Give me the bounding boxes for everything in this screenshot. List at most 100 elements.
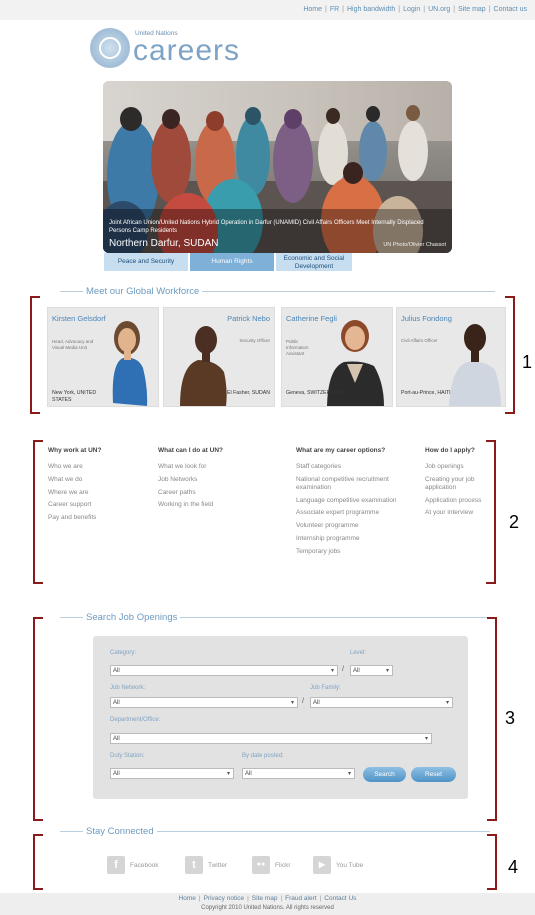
tab-economic-social[interactable]: Economic and Social Development xyxy=(276,253,352,271)
link-where-we-are[interactable]: Where we are xyxy=(48,489,148,497)
department-label: Department/Office: xyxy=(110,717,161,723)
profile-photo xyxy=(449,324,501,406)
search-button[interactable]: Search xyxy=(363,767,406,782)
annotation-number-4: 4 xyxy=(508,857,519,877)
footer-sitemap-link[interactable]: Site map xyxy=(252,895,278,902)
annotation-bracket-left-4 xyxy=(33,834,43,890)
link-pay-benefits[interactable]: Pay and benefits xyxy=(48,514,148,522)
profile-location: Port-au-Prince, HAITI xyxy=(401,390,451,396)
profile-name: Catherine Fegli xyxy=(286,314,337,323)
level-label: Level: xyxy=(350,650,367,656)
profile-card-kirsten[interactable]: Kirsten Gelsdorf Head, Advocacy and Visu… xyxy=(47,307,159,407)
annotation-number-3: 3 xyxy=(505,708,516,728)
tab-peace-security[interactable]: Peace and Security xyxy=(104,253,188,271)
social-facebook[interactable]: f Facebook xyxy=(107,856,159,874)
search-title: Search Job Openings xyxy=(83,612,181,623)
reset-button[interactable]: Reset xyxy=(411,767,456,782)
copyright: Copyright 2010 United Nations. All right… xyxy=(201,905,334,911)
link-job-openings[interactable]: Job openings xyxy=(425,463,495,471)
facebook-icon: f xyxy=(107,856,125,874)
nav-sitemap-link[interactable]: Site map xyxy=(458,6,486,13)
column-heading: Why work at UN? xyxy=(48,447,102,454)
links-column-what-can-i-do: What can I do at UN? What we look for Jo… xyxy=(158,447,278,514)
link-career-support[interactable]: Career support xyxy=(48,501,148,509)
link-associate-expert[interactable]: Associate expert programme xyxy=(296,509,406,517)
footer-nav: Home | Privacy notice | Site map | Fraud alert… xyxy=(178,895,357,902)
column-heading: What can I do at UN? xyxy=(158,447,223,454)
nav-unorg-link[interactable]: UN.org xyxy=(428,6,450,13)
separator-slash: / xyxy=(302,698,304,705)
logo-wordmark: careers xyxy=(133,34,241,67)
links-column-how-apply: How do I apply? Job openings Creating yo… xyxy=(425,447,495,522)
nav-high-bandwidth-link[interactable]: High bandwidth xyxy=(347,6,395,13)
profile-card-julius[interactable]: Julius Fondong Civil Affairs Officer Por… xyxy=(396,307,506,407)
link-internship[interactable]: Internship programme xyxy=(296,535,406,543)
hero-caption: Joint African Union/United Nations Hybri… xyxy=(109,220,424,234)
link-job-networks[interactable]: Job Networks xyxy=(158,476,278,484)
profile-name: Julius Fondong xyxy=(401,314,452,323)
site-logo[interactable]: United Nations careers xyxy=(90,26,250,72)
profile-card-patrick[interactable]: Patrick Nebo Security Officer El Fasher,… xyxy=(163,307,275,407)
category-label: Category: xyxy=(110,650,137,656)
nav-fr-link[interactable]: FR xyxy=(330,6,339,13)
annotation-bracket-left-3 xyxy=(33,617,43,821)
links-column-career-options: What are my career options? Staff catego… xyxy=(296,447,406,561)
link-what-we-look-for[interactable]: What we look for xyxy=(158,463,278,471)
link-what-we-do[interactable]: What we do xyxy=(48,476,148,484)
duty-station-select[interactable]: All xyxy=(110,768,234,780)
link-application-process[interactable]: Application process xyxy=(425,497,495,505)
nav-contact-link[interactable]: Contact us xyxy=(494,6,527,13)
footer-fraud-link[interactable]: Fraud alert xyxy=(285,895,316,902)
top-nav: Home | FR | High bandwidth | Login | UN.org | Site… xyxy=(303,6,527,13)
job-family-select[interactable]: All xyxy=(310,697,453,709)
hero-photo-credit: UN Photo/Olivier Chassot xyxy=(383,242,446,248)
social-flickr[interactable]: ●● Flickr xyxy=(252,856,291,874)
social-label: Flickr xyxy=(275,861,291,869)
profile-title: Civil Affairs Officer xyxy=(401,338,438,343)
profile-name: Patrick Nebo xyxy=(227,314,270,323)
hero-location: Northern Darfur, SUDAN xyxy=(109,238,219,249)
footer-privacy-link[interactable]: Privacy notice xyxy=(204,895,244,902)
workforce-title: Meet our Global Workforce xyxy=(83,286,203,297)
links-column-why-work: Why work at UN? Who we are What we do Wh… xyxy=(48,447,148,527)
date-posted-select[interactable]: All xyxy=(242,768,355,780)
column-heading: What are my career options? xyxy=(296,447,386,454)
social-label: Twitter xyxy=(208,861,228,869)
profile-card-catherine[interactable]: Catherine Fegli Public Information Assis… xyxy=(281,307,393,407)
category-select[interactable]: All xyxy=(110,665,338,677)
top-bar: Home | FR | High bandwidth | Login | UN.org | Site… xyxy=(0,0,535,20)
level-select[interactable]: All xyxy=(350,665,393,677)
department-select[interactable]: All xyxy=(110,733,432,745)
social-label: You Tube xyxy=(336,861,364,869)
job-network-label: Job Network: xyxy=(110,685,146,691)
link-who-we-are[interactable]: Who we are xyxy=(48,463,148,471)
profile-location: El Fasher, SUDAN xyxy=(227,390,270,396)
footer-contact-link[interactable]: Contact Us xyxy=(324,895,356,902)
column-heading: How do I apply? xyxy=(425,447,475,454)
nav-login-link[interactable]: Login xyxy=(403,6,420,13)
annotation-bracket-right-4 xyxy=(487,834,497,890)
link-staff-categories[interactable]: Staff categories xyxy=(296,463,406,471)
link-language-exam[interactable]: Language competitive examination xyxy=(296,497,406,505)
link-volunteer[interactable]: Volunteer programme xyxy=(296,522,406,530)
hero-banner[interactable]: Joint African Union/United Nations Hybri… xyxy=(103,81,452,253)
annotation-bracket-right-1 xyxy=(505,296,515,414)
un-emblem-icon xyxy=(90,28,130,68)
profile-location: Geneva, SWITZERLAND xyxy=(286,390,345,396)
profile-title: Security Officer xyxy=(239,338,270,343)
job-network-select[interactable]: All xyxy=(110,697,298,709)
connected-title: Stay Connected xyxy=(83,826,157,837)
link-creating-application[interactable]: Creating your job application xyxy=(425,476,495,492)
link-temporary-jobs[interactable]: Temporary jobs xyxy=(296,548,406,556)
link-working-field[interactable]: Working in the field xyxy=(158,501,278,509)
social-twitter[interactable]: t Twitter xyxy=(185,856,227,874)
tab-human-rights[interactable]: Human Rights xyxy=(190,253,274,271)
nav-home-link[interactable]: Home xyxy=(303,6,322,13)
link-at-interview[interactable]: At your interview xyxy=(425,509,495,517)
social-youtube[interactable]: ▶ You Tube xyxy=(313,856,363,874)
link-national-exam[interactable]: National competitive recruitment examina… xyxy=(296,476,406,492)
footer-home-link[interactable]: Home xyxy=(179,895,196,902)
annotation-number-2: 2 xyxy=(509,512,520,532)
social-label: Facebook xyxy=(130,861,159,869)
link-career-paths[interactable]: Career paths xyxy=(158,489,278,497)
